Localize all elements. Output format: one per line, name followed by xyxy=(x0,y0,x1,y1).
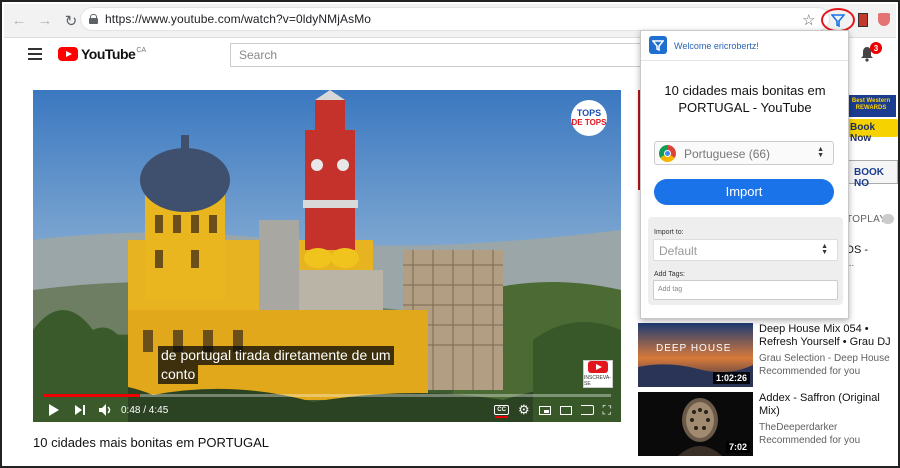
subscribe-label: INSCREVA-SE xyxy=(584,375,611,387)
extension-shield-icon[interactable] xyxy=(878,13,890,26)
next-icon[interactable] xyxy=(75,398,85,422)
duration-badge: 1:02:26 xyxy=(712,372,750,384)
language-select-value: Portuguese (66) xyxy=(684,147,771,161)
video-caption: de portugal tirada diretamente de um con… xyxy=(158,346,394,384)
recommendation-thumbnail[interactable]: DEEP HOUSE 1:02:26 xyxy=(638,323,753,387)
autoplay-label: TOPLAY xyxy=(846,214,887,225)
recommendation-title[interactable]: Deep House Mix 054 • Refresh Yourself • … xyxy=(759,323,898,349)
notification-badge: 3 xyxy=(870,42,882,54)
forward-icon[interactable]: → xyxy=(34,10,56,32)
back-icon[interactable]: ← xyxy=(8,10,30,32)
recommendation-info: Deep House Mix 054 • Refresh Yourself • … xyxy=(759,323,898,378)
import-button[interactable]: Import xyxy=(654,179,834,205)
player-right-controls: CC ⚙ ⛶ xyxy=(494,398,611,422)
channel-logo-text-2: DE TOPS xyxy=(571,118,607,127)
video-player[interactable]: TOPS DE TOPS de portugal tirada diretame… xyxy=(33,90,621,422)
recommendation-item[interactable]: DEEP HOUSE 1:02:26 Deep House Mix 054 • … xyxy=(638,323,898,387)
search-input[interactable]: Search xyxy=(230,43,650,67)
player-controls: 0:48 / 4:45 CC ⚙ ⛶ xyxy=(33,398,621,422)
screenshot-frame: ← → ↻ https://www.youtube.com/watch?v=0l… xyxy=(0,0,900,468)
select-arrows-icon: ▲ ▼ xyxy=(817,146,824,159)
import-settings-panel: Import to: Default ▲ ▼ Add Tags: Add tag xyxy=(648,217,843,305)
recommendation-meta: Recommended for you xyxy=(759,366,861,377)
import-to-label: Import to: xyxy=(654,229,684,236)
extension-funnel-icon xyxy=(831,14,845,27)
menu-icon[interactable] xyxy=(28,48,42,60)
thumbnail-text: DEEP HOUSE xyxy=(656,343,732,354)
settings-gear-icon[interactable]: ⚙ xyxy=(518,402,530,418)
recommendation-channel: Grau Selection - Deep House xyxy=(759,353,890,364)
subtitle-extension-icon[interactable] xyxy=(821,8,855,32)
bookmark-star-icon[interactable]: ☆ xyxy=(802,11,815,29)
extension-logo-icon xyxy=(649,36,667,54)
extension-icon-red[interactable] xyxy=(858,13,868,27)
ad-book-now-button[interactable]: Book Now xyxy=(846,119,898,144)
recommendation-title[interactable]: Addex - Saffron (Original Mix) xyxy=(759,392,898,418)
play-icon[interactable] xyxy=(49,398,59,422)
ad-book-button-2[interactable]: BOOK NO xyxy=(848,160,898,189)
progress-bar[interactable] xyxy=(43,394,611,397)
popup-header: Welcome ericrobertz! xyxy=(641,31,848,61)
recommendation-meta: Recommended for you xyxy=(759,435,861,446)
chrome-icon xyxy=(659,145,676,162)
url-text: https://www.youtube.com/watch?v=0ldyNMjA… xyxy=(105,12,372,26)
channel-watermark-logo[interactable]: TOPS DE TOPS xyxy=(571,100,607,136)
volume-icon[interactable] xyxy=(99,398,113,422)
fullscreen-icon[interactable]: ⛶ xyxy=(603,403,611,418)
ad-brand-logo: Best Western REWARDS xyxy=(846,95,896,117)
youtube-wordmark: YouTube xyxy=(81,46,136,62)
time-display: 0:48 / 4:45 xyxy=(121,404,169,416)
cast-icon[interactable] xyxy=(580,405,594,415)
progress-bar-fill xyxy=(43,394,140,397)
up-next-title-partial[interactable]: DS - xyxy=(846,244,868,256)
recommendation-item[interactable]: 7:02 Addex - Saffron (Original Mix) TheD… xyxy=(638,392,898,456)
video-title: 10 cidades mais bonitas em PORTUGAL xyxy=(33,435,270,450)
subscribe-watermark[interactable]: INSCREVA-SE xyxy=(583,360,613,388)
recommendation-thumbnail[interactable]: 7:02 xyxy=(638,392,753,456)
youtube-region: CA xyxy=(136,46,147,54)
tag-input[interactable]: Add tag xyxy=(653,280,838,300)
recommendation-info: Addex - Saffron (Original Mix) TheDeeper… xyxy=(759,392,898,447)
caption-line-1: de portugal tirada diretamente de um xyxy=(158,346,394,365)
add-tags-label: Add Tags: xyxy=(654,271,686,278)
miniplayer-icon[interactable] xyxy=(538,405,551,415)
autoplay-toggle[interactable] xyxy=(882,214,894,224)
popup-video-title: 10 cidades mais bonitas em PORTUGAL - Yo… xyxy=(664,83,826,115)
youtube-logo[interactable]: YouTube CA xyxy=(58,46,146,62)
recommendation-channel: TheDeeperdarker xyxy=(759,422,838,433)
subscribe-play-icon xyxy=(588,361,608,373)
language-select[interactable]: Portuguese (66) ▲ ▼ xyxy=(654,141,834,165)
select-arrows-icon: ▲ ▼ xyxy=(821,243,828,256)
address-bar[interactable]: https://www.youtube.com/watch?v=0ldyNMjA… xyxy=(80,7,830,31)
welcome-text[interactable]: Welcome ericrobertz! xyxy=(674,41,759,51)
extension-popup: Welcome ericrobertz! 10 cidades mais bon… xyxy=(640,30,849,319)
theater-mode-icon[interactable] xyxy=(559,405,572,415)
youtube-play-icon xyxy=(58,47,78,61)
duration-badge: 7:02 xyxy=(725,441,750,453)
reload-icon[interactable]: ↻ xyxy=(60,10,82,32)
channel-logo-text-1: TOPS xyxy=(576,108,602,118)
subtitles-cc-icon[interactable]: CC xyxy=(494,405,509,418)
destination-select[interactable]: Default ▲ ▼ xyxy=(653,239,838,261)
destination-select-value: Default xyxy=(659,244,698,258)
lock-icon xyxy=(89,14,98,24)
caption-line-2: conto xyxy=(158,365,199,384)
